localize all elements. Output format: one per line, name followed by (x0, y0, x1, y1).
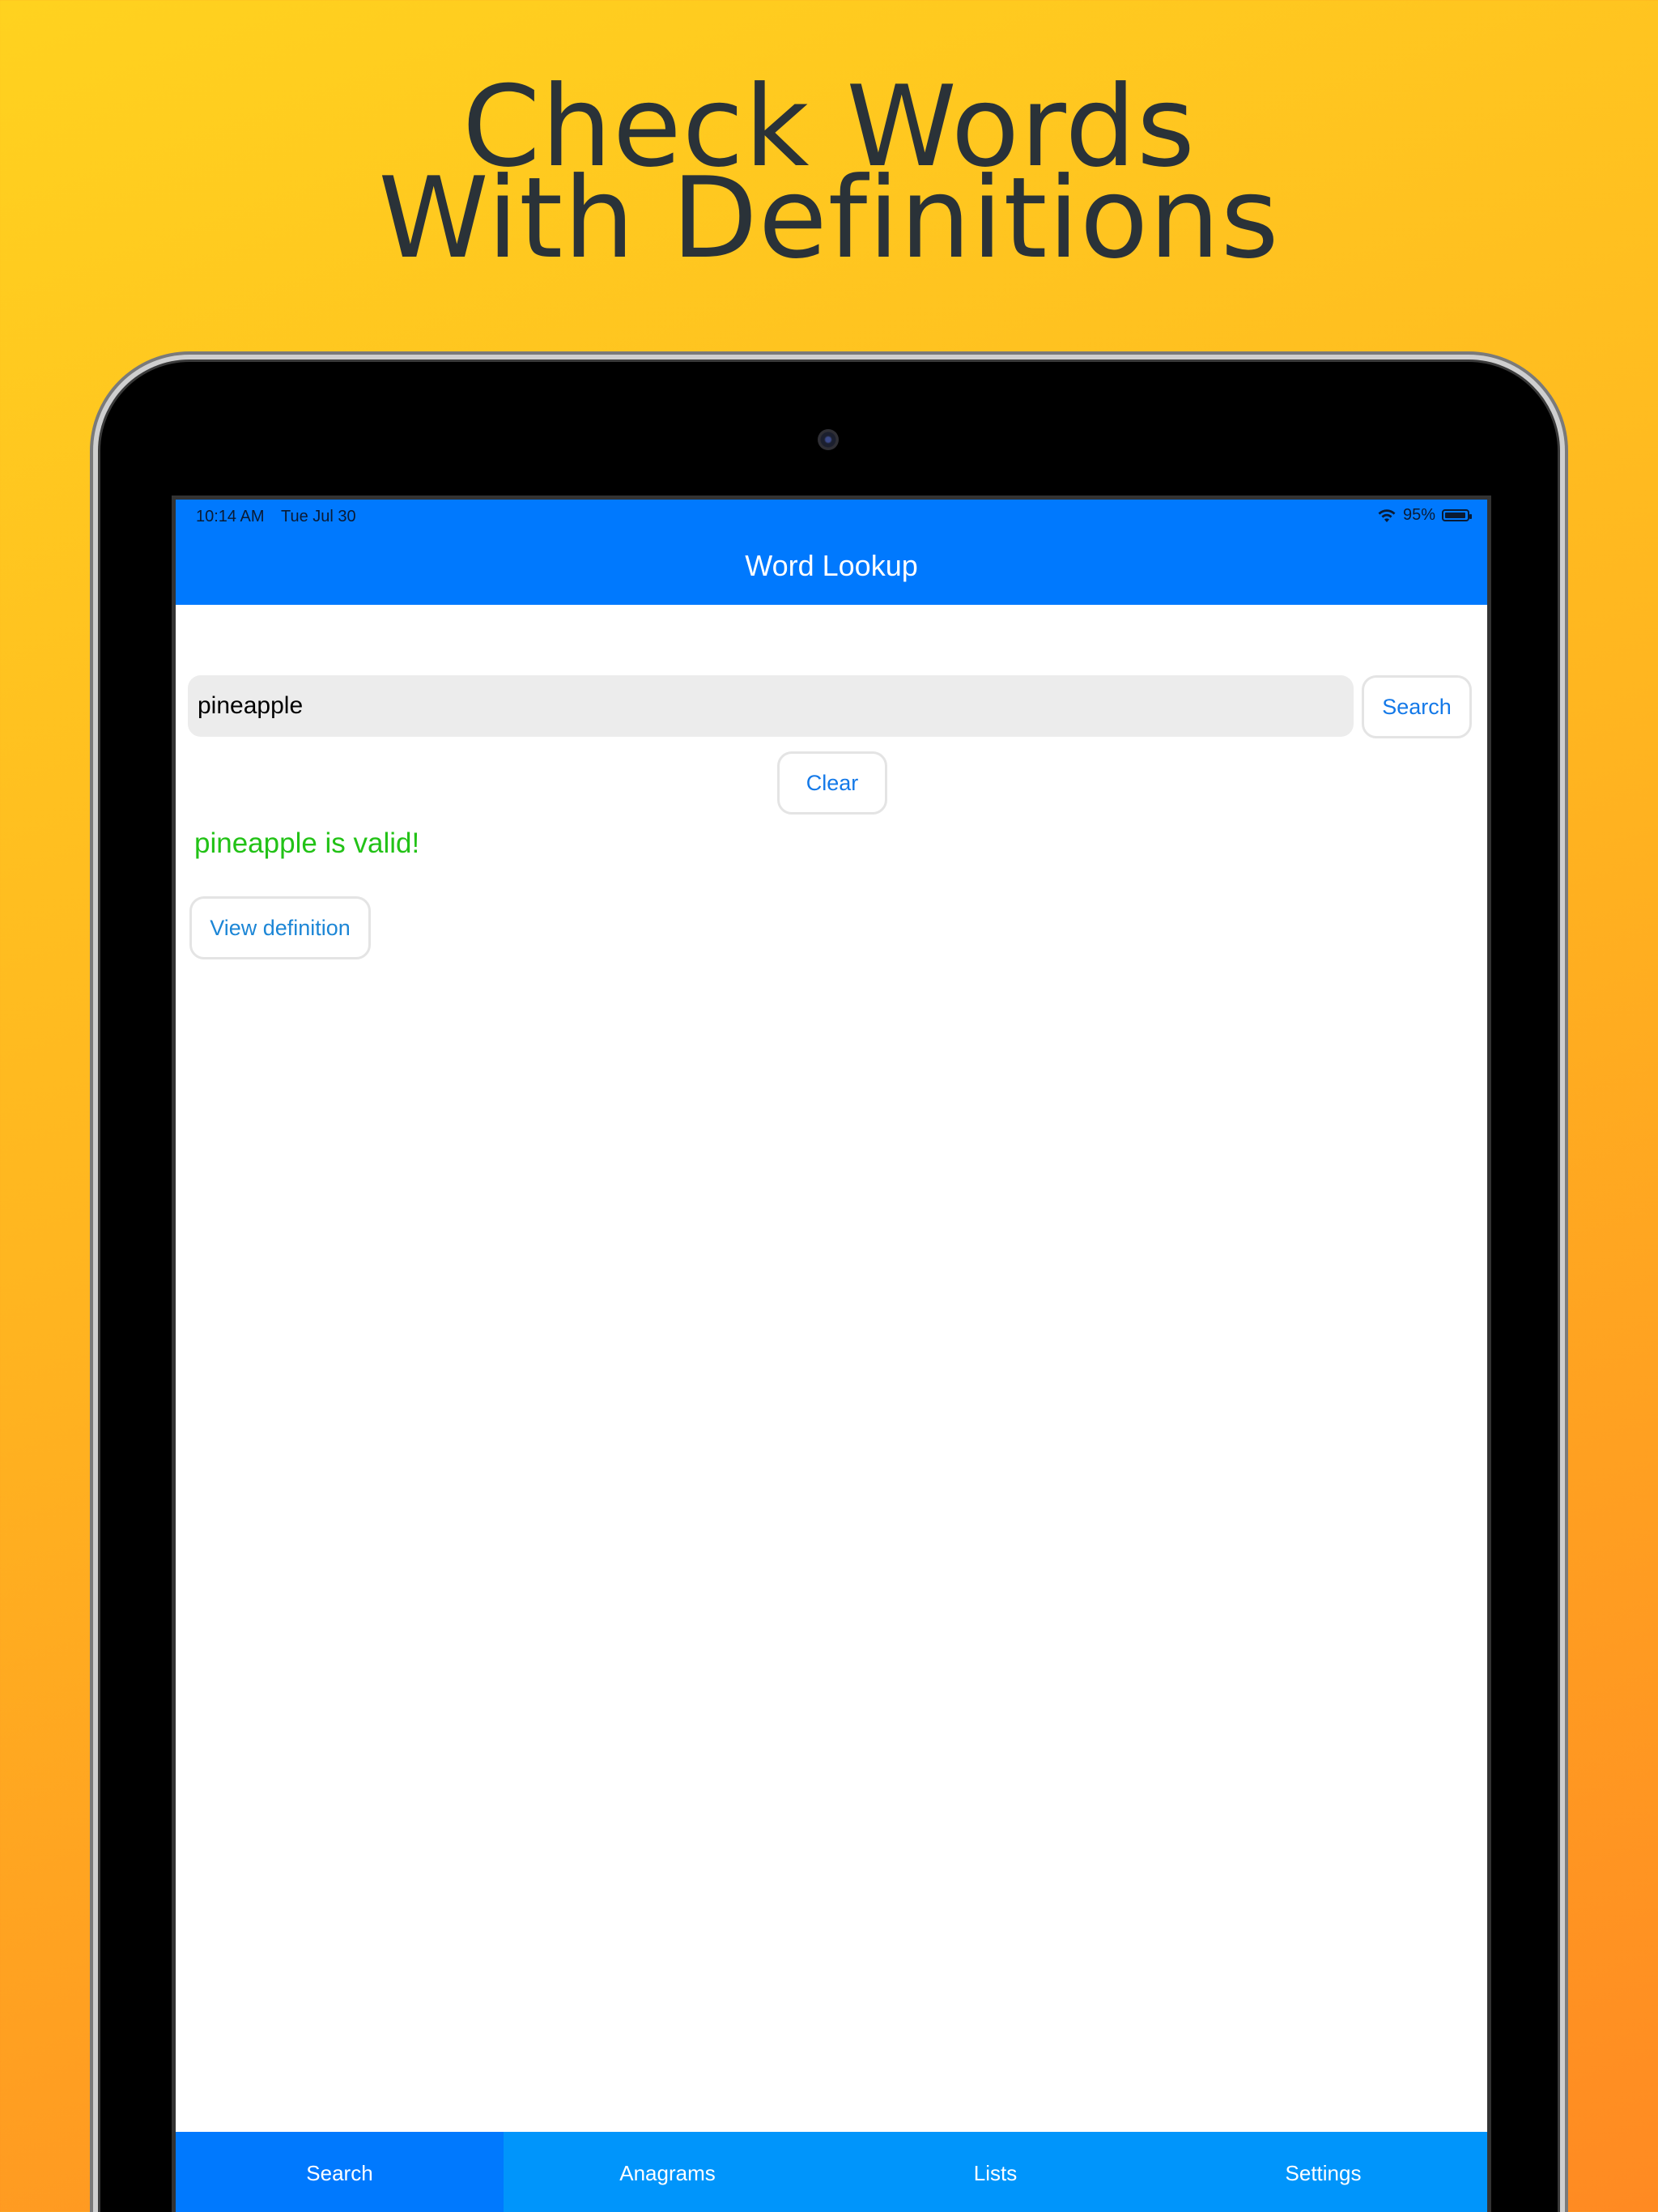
view-definition-button[interactable]: View definition (189, 896, 371, 959)
promo-headline: Check Words With Definitions (0, 71, 1658, 283)
tab-lists[interactable]: Lists (831, 2132, 1159, 2212)
tab-settings[interactable]: Settings (1159, 2132, 1487, 2212)
tab-anagrams[interactable]: Anagrams (504, 2132, 831, 2212)
tab-search[interactable]: Search (176, 2132, 504, 2212)
battery-fill (1445, 513, 1465, 518)
wifi-icon (1378, 508, 1396, 522)
battery-icon (1442, 509, 1472, 521)
page-title: Word Lookup (745, 549, 918, 582)
headline-line-2: With Definitions (378, 153, 1280, 283)
status-date: Tue Jul 30 (281, 508, 356, 525)
app-screen: 10:14 AM Tue Jul 30 95% Word Lookup Sear… (172, 496, 1491, 2212)
status-indicators: 95% (1377, 506, 1472, 525)
navigation-bar: 10:14 AM Tue Jul 30 95% Word Lookup (176, 500, 1487, 605)
battery-percentage: 95% (1402, 506, 1435, 524)
search-button[interactable]: Search (1362, 675, 1472, 738)
word-search-input[interactable] (188, 675, 1354, 737)
tab-bar: Search Anagrams Lists Settings (176, 2132, 1487, 2212)
clear-button[interactable]: Clear (777, 751, 887, 815)
status-time: 10:14 AM (196, 508, 265, 525)
validity-message: pineapple is valid! (194, 827, 420, 859)
camera-icon (818, 429, 839, 450)
